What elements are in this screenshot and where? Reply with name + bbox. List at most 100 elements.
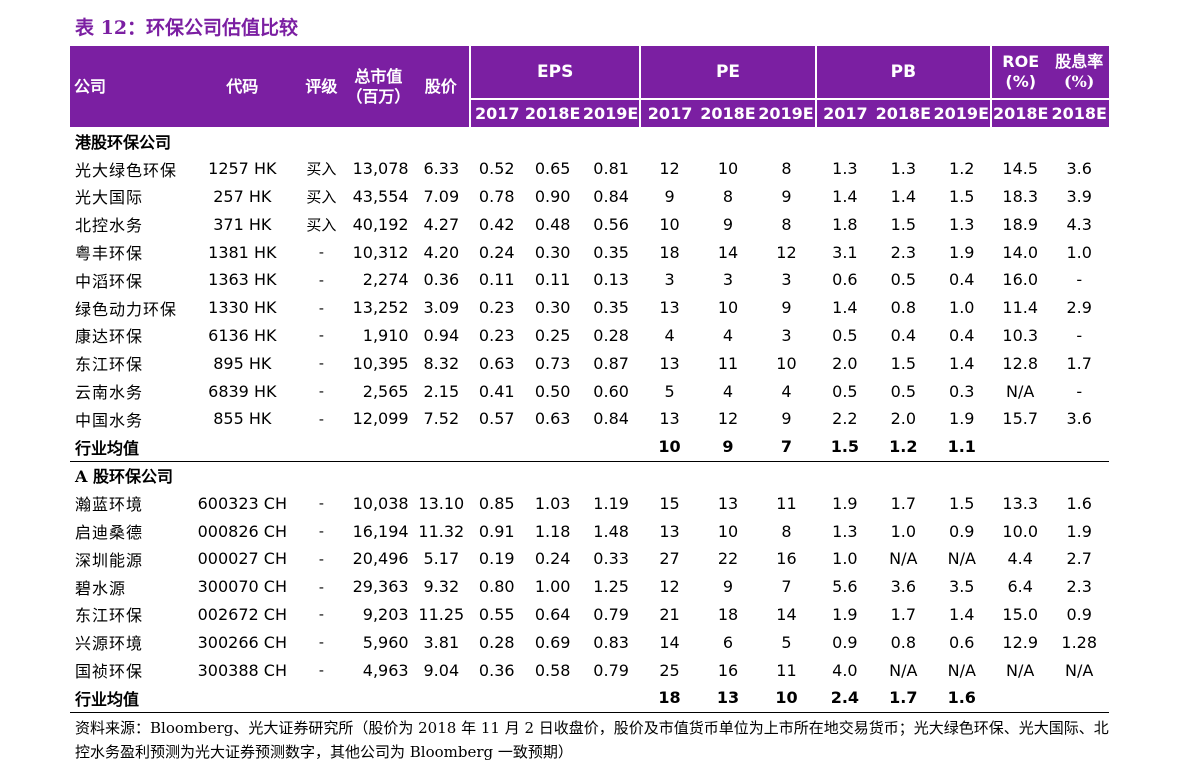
company-name: 绿色动力环保 (75, 299, 178, 319)
roe-cell: N/A (1006, 660, 1035, 680)
table-row: 碧水源 300070 CH - 29,363 9.32 0.80 1.00 1.25 12 9 7 5… (70, 573, 1109, 601)
pe-cell: 11 (776, 493, 797, 513)
company-name: 国祯环保 (75, 662, 144, 682)
ticker-code: 6136 HK (208, 325, 277, 345)
ticker-code: 600323 CH (197, 493, 287, 513)
header-roe: ROE (%) (989, 46, 1050, 99)
price-cell: 5.17 (423, 549, 460, 569)
table-row: 中滔环保 1363 HK - 2,274 0.36 0.11 0.11 0.13 3 3 3 0.6 0… (70, 266, 1109, 294)
rating-cell: - (318, 382, 324, 401)
average-row: 行业均值 10 9 7 1.5 1.2 1.1 (70, 432, 1109, 462)
average-pb-cell: 1.7 (874, 683, 933, 713)
pb-cell: 1.0 (832, 549, 858, 569)
dividend-cell: - (1076, 270, 1083, 290)
mktcap-cell: 2,274 (362, 270, 409, 290)
dividend-cell: - (1076, 325, 1083, 345)
company-name: 北控水务 (75, 216, 144, 236)
pb-cell: 2.2 (832, 409, 858, 429)
dividend-cell: 2.7 (1066, 549, 1092, 569)
header-mktcap-line1: 总市值 (354, 66, 403, 86)
pb-cell: 1.5 (949, 493, 975, 513)
average-pe-cell: 18 (640, 683, 699, 713)
dividend-cell: 1.7 (1066, 353, 1092, 373)
pe-cell: 3 (722, 270, 734, 290)
roe-cell: 15.7 (1002, 409, 1039, 429)
pe-cell: 13 (659, 298, 680, 318)
pb-cell: 1.0 (949, 298, 975, 318)
average-pb-cell: 1.6 (932, 683, 991, 713)
mktcap-cell: 4,963 (362, 660, 409, 680)
pe-cell: 8 (781, 214, 792, 234)
empty-cell (1049, 683, 1109, 713)
pe-cell: 7 (781, 577, 792, 597)
pe-cell: 12 (659, 577, 680, 597)
eps-cell: 0.23 (478, 298, 515, 318)
average-pe-cell: 10 (757, 683, 816, 713)
header-pb-2019e: 2019E (932, 98, 991, 127)
mktcap-cell: 9,203 (362, 604, 409, 624)
pb-cell: 1.7 (890, 604, 917, 624)
roe-cell: 15.0 (1002, 604, 1039, 624)
pb-cell: 2.0 (832, 353, 858, 373)
pb-cell: 1.5 (890, 214, 917, 234)
pe-cell: 14 (776, 604, 797, 624)
ticker-code: 300266 CH (197, 632, 287, 652)
pe-cell: 16 (776, 549, 797, 569)
ticker-code: 002672 CH (197, 604, 287, 624)
pb-cell: 1.8 (832, 214, 858, 234)
mktcap-cell: 5,960 (362, 632, 409, 652)
price-cell: 2.15 (423, 381, 460, 401)
pb-cell: 5.6 (832, 577, 858, 597)
price-cell: 7.52 (423, 409, 460, 429)
pb-cell: 0.6 (949, 632, 975, 652)
pb-cell: 1.3 (832, 159, 858, 179)
pe-cell: 8 (722, 186, 734, 206)
mktcap-cell: 10,312 (352, 242, 409, 262)
pb-cell: 1.3 (832, 521, 858, 541)
table-header: 公司 代码 评级 总市值 （百万） 股价 EPS PE PB ROE (%) 股息率… (70, 46, 1109, 127)
rating-cell: - (318, 409, 324, 428)
pe-cell: 27 (659, 549, 680, 569)
rating-cell: - (318, 577, 324, 596)
company-name: 粤丰环保 (75, 244, 144, 264)
company-name: 中滔环保 (75, 271, 144, 291)
dividend-cell: 0.9 (1066, 604, 1092, 624)
price-cell: 9.04 (423, 660, 460, 680)
price-cell: 3.09 (423, 298, 460, 318)
price-cell: 6.33 (423, 159, 460, 179)
pb-cell: 2.3 (890, 242, 917, 262)
mktcap-cell: 13,252 (352, 298, 409, 318)
table-row: 绿色动力环保 1330 HK - 13,252 3.09 0.23 0.30 0.35 13 10… (70, 294, 1109, 322)
ticker-code: 000826 CH (197, 521, 287, 541)
company-name: 云南水务 (75, 383, 144, 403)
price-cell: 11.25 (418, 604, 465, 624)
rating-cell: - (318, 605, 324, 624)
pe-cell: 13 (659, 521, 680, 541)
pb-cell: 0.9 (949, 521, 975, 541)
eps-cell: 0.24 (534, 549, 571, 569)
pe-cell: 3 (781, 270, 792, 290)
eps-cell: 0.57 (478, 409, 515, 429)
eps-cell: 0.52 (478, 159, 515, 179)
mktcap-cell: 10,395 (352, 353, 409, 373)
header-eps-2018e: 2018E (523, 98, 582, 127)
eps-cell: 0.23 (478, 325, 515, 345)
table-title: 表 12：环保公司估值比较 (75, 17, 299, 39)
roe-cell: 13.3 (1002, 493, 1039, 513)
pb-cell: 0.4 (890, 325, 917, 345)
pb-cell: 0.5 (890, 270, 917, 290)
company-name: 光大绿色环保 (75, 160, 178, 180)
ticker-code: 300388 CH (197, 660, 287, 680)
section-row: A 股环保公司 (70, 461, 1109, 489)
pe-cell: 4 (722, 325, 734, 345)
table-row: 国祯环保 300388 CH - 4,963 9.04 0.36 0.58 0.79 25 16 1… (70, 656, 1109, 684)
eps-cell: 1.00 (534, 577, 571, 597)
eps-cell: 0.13 (593, 270, 629, 290)
pe-cell: 5 (781, 632, 792, 652)
pe-cell: 3 (664, 270, 675, 290)
header-eps-2019e: 2019E (581, 98, 641, 127)
pe-cell: 10 (776, 353, 797, 373)
eps-cell: 0.58 (534, 660, 571, 680)
pb-cell: N/A (947, 549, 976, 569)
pe-cell: 12 (659, 159, 680, 179)
